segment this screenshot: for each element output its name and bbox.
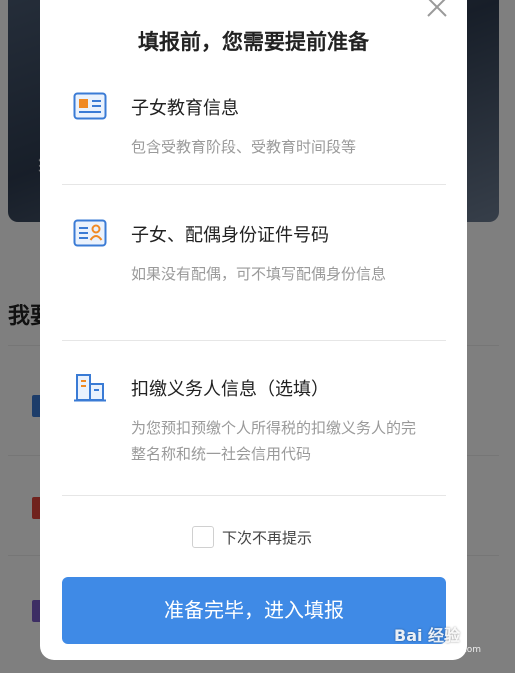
divider [62, 340, 446, 341]
prep-item-title: 扣缴义务人信息（选填） [131, 379, 329, 400]
dont-show-again-checkbox[interactable] [192, 526, 214, 548]
watermark-url: jingyan.baidu.com [398, 645, 482, 655]
dont-show-again-label[interactable]: 下次不再提示 [222, 527, 312, 548]
prep-item-title: 子女、配偶身份证件号码 [131, 225, 329, 246]
divider [62, 495, 446, 496]
dont-show-again-option[interactable]: 下次不再提示 [40, 524, 467, 550]
baidu-jingyan-watermark: Bai 经验 [394, 626, 461, 645]
preparation-dialog: 填报前，您需要提前准备 子女教育信息 包含受教育阶段、受教育时间段等 子女、配偶… [40, 0, 467, 660]
divider [62, 184, 446, 185]
prep-item-desc: 包含受教育阶段、受教育时间段等 [131, 138, 357, 156]
close-icon[interactable] [424, 0, 450, 20]
student-id-card-icon [73, 92, 107, 120]
id-card-icon [73, 219, 107, 247]
prep-item-title: 子女教育信息 [131, 98, 239, 119]
dialog-title: 填报前，您需要提前准备 [138, 30, 369, 54]
ready-submit-button[interactable]: 准备完毕，进入填报 [62, 577, 446, 644]
building-icon [74, 374, 106, 402]
prep-item-desc: 如果没有配偶，可不填写配偶身份信息 [131, 265, 387, 283]
prep-item-desc: 为您预扣预缴个人所得税的扣缴义务人的完整名称和统一社会信用代码 [131, 419, 417, 463]
